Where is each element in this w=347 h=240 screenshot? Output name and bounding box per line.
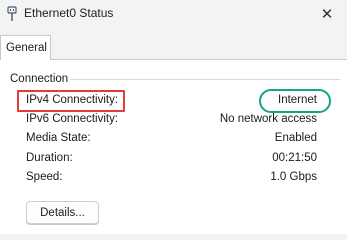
details-button[interactable]: Details... xyxy=(26,201,99,224)
media-state-label: Media State: xyxy=(26,132,91,144)
title-bar: Ethernet0 Status ✕ xyxy=(0,0,347,30)
close-button[interactable]: ✕ xyxy=(307,0,347,28)
ipv6-connectivity-label: IPv6 Connectivity: xyxy=(26,113,119,125)
window-title: Ethernet0 Status xyxy=(24,6,114,20)
speed-label: Speed: xyxy=(26,171,63,183)
ipv6-connectivity-value: No network access xyxy=(219,113,317,125)
group-divider xyxy=(70,79,340,80)
connection-group-label: Connection xyxy=(10,73,69,85)
tab-general-label: General xyxy=(6,42,47,54)
status-dialog: Ethernet0 Status ✕ General Connection IP… xyxy=(0,0,347,234)
ethernet-icon xyxy=(6,6,18,22)
close-icon: ✕ xyxy=(320,6,334,23)
tab-general[interactable]: General xyxy=(0,35,51,60)
ipv4-connectivity-label: IPv4 Connectivity: xyxy=(26,94,119,106)
ipv4-connectivity-value: Internet xyxy=(278,94,317,106)
duration-label: Duration: xyxy=(26,152,73,164)
media-state-value: Enabled xyxy=(274,132,317,144)
speed-value: 1.0 Gbps xyxy=(270,171,317,183)
general-panel: Connection IPv4 Connectivity: Internet I… xyxy=(0,59,347,234)
duration-value: 00:21:50 xyxy=(272,152,317,164)
